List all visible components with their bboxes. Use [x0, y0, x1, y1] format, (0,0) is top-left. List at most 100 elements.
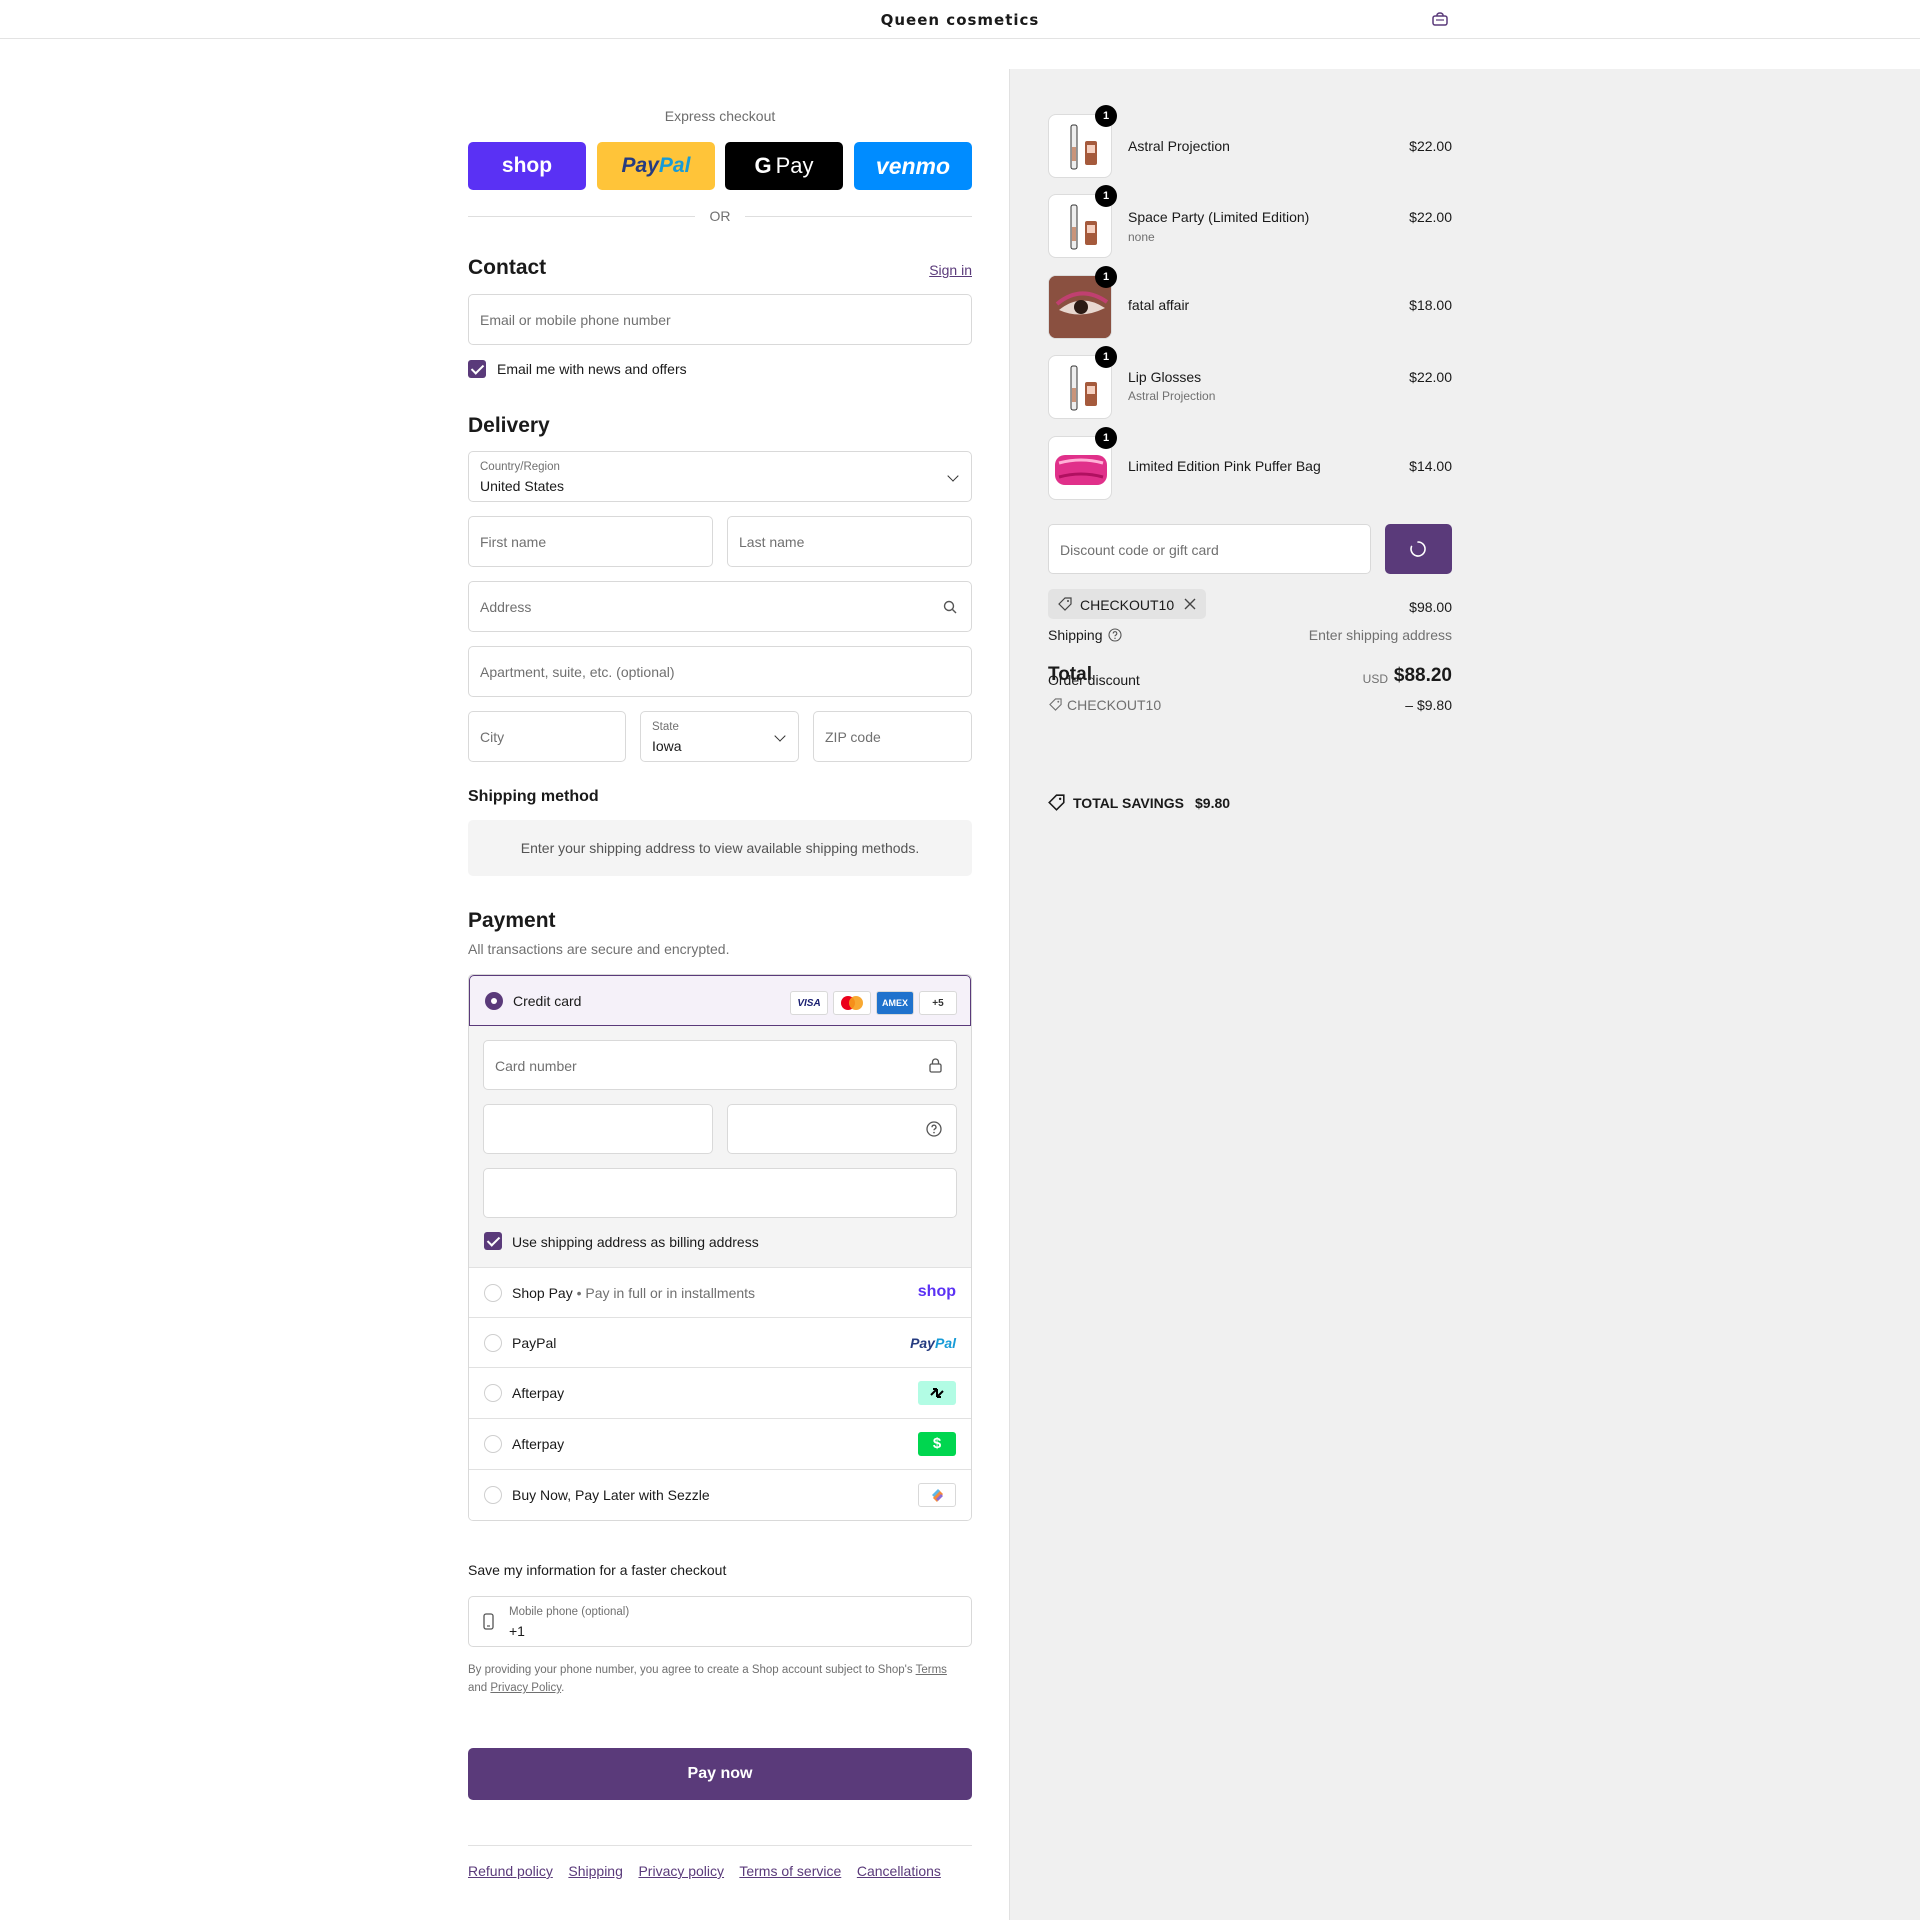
chevron-down-icon: [774, 730, 786, 742]
line-item: 1 fatal affair $18.00: [1048, 266, 1452, 341]
cancellations-link[interactable]: Cancellations: [857, 1863, 941, 1879]
name-on-card-field[interactable]: [483, 1168, 957, 1218]
google-pay-label: Pay: [775, 153, 814, 178]
paypal-logo: PayPal: [910, 1335, 956, 1351]
afterpay-option[interactable]: Afterpay: [469, 1368, 971, 1419]
sign-in-link[interactable]: Sign in: [929, 262, 972, 278]
privacy-policy-footer-link[interactable]: Privacy policy: [638, 1863, 724, 1879]
footer-divider: [468, 1845, 972, 1846]
discount-code-field[interactable]: Discount code or gift card: [1048, 524, 1371, 574]
privacy-policy-link[interactable]: Privacy Policy: [490, 1682, 561, 1694]
apply-discount-button[interactable]: [1385, 524, 1452, 574]
email-field[interactable]: Email or mobile phone number: [468, 294, 972, 345]
security-code-field[interactable]: [727, 1104, 957, 1154]
afterpay-radio[interactable]: [484, 1384, 502, 1402]
cash-app-afterpay-radio[interactable]: [484, 1435, 502, 1453]
item-price: $22.00: [1409, 209, 1452, 225]
item-price: $22.00: [1409, 369, 1452, 385]
apartment-field[interactable]: Apartment, suite, etc. (optional): [468, 646, 972, 697]
card-number-field[interactable]: Card number: [483, 1040, 957, 1090]
terms-link[interactable]: Terms: [916, 1664, 947, 1676]
country-select[interactable]: Country/Region United States: [468, 451, 972, 502]
close-icon[interactable]: [1184, 598, 1196, 610]
state-select[interactable]: State Iowa: [640, 711, 799, 762]
bag-icon[interactable]: [1432, 12, 1448, 26]
terms-of-service-link[interactable]: Terms of service: [739, 1863, 841, 1879]
venmo-button[interactable]: venmo: [854, 142, 972, 190]
footer-links: Refund policy Shipping Privacy policy Te…: [468, 1863, 941, 1879]
applied-discount-code: CHECKOUT10: [1080, 597, 1175, 613]
sezzle-radio[interactable]: [484, 1486, 502, 1504]
shipping-label: Shipping: [1048, 627, 1103, 643]
or-divider-text: OR: [709, 208, 731, 224]
address-placeholder: Address: [480, 599, 532, 615]
contact-heading: Contact: [468, 256, 547, 279]
line-item: 1 Space Party (Limited Edition) none $22…: [1048, 185, 1452, 260]
afterpay-label: Afterpay: [512, 1385, 565, 1401]
newsletter-checkbox[interactable]: [468, 360, 486, 378]
state-label: State: [652, 721, 679, 733]
shop-pay-label: Shop Pay • Pay in full or in installment…: [512, 1285, 756, 1301]
subtotal-value: $98.00: [1409, 599, 1452, 615]
phone-icon: [483, 1613, 494, 1630]
paypal-radio[interactable]: [484, 1334, 502, 1352]
credit-card-label: Credit card: [513, 993, 582, 1009]
lock-icon: [929, 1058, 942, 1073]
site-header: Queen cosmetics: [0, 0, 1920, 39]
search-icon: [943, 600, 957, 614]
mobile-phone-field[interactable]: Mobile phone (optional) +1: [468, 1596, 972, 1647]
item-price: $18.00: [1409, 297, 1452, 313]
help-circle-icon[interactable]: [1108, 628, 1122, 642]
quantity-badge: 1: [1095, 185, 1117, 207]
quantity-badge: 1: [1095, 427, 1117, 449]
sezzle-icon: [918, 1483, 956, 1507]
cash-app-afterpay-option[interactable]: Afterpay $: [469, 1419, 971, 1470]
paypal-button[interactable]: PayPal: [597, 142, 715, 190]
credit-card-radio[interactable]: [485, 992, 503, 1010]
line-item: 1 Limited Edition Pink Puffer Bag $14.00: [1048, 427, 1452, 502]
total-savings-value: $9.80: [1195, 795, 1231, 811]
quantity-badge: 1: [1095, 346, 1117, 368]
discount-code-line: CHECKOUT10: [1067, 697, 1162, 713]
billing-same-label: Use shipping address as billing address: [512, 1234, 759, 1250]
first-name-field[interactable]: First name: [468, 516, 713, 567]
paypal-option[interactable]: PayPal PayPal: [469, 1318, 971, 1368]
item-variant: none: [1128, 230, 1155, 244]
address-field[interactable]: Address: [468, 581, 972, 632]
card-number-placeholder: Card number: [495, 1058, 577, 1074]
cash-app-afterpay-label: Afterpay: [512, 1436, 565, 1452]
pay-now-button[interactable]: Pay now: [468, 1748, 972, 1800]
cash-app-icon: $: [918, 1432, 956, 1456]
zip-field[interactable]: ZIP code: [813, 711, 972, 762]
shop-pay-radio[interactable]: [484, 1284, 502, 1302]
item-price: $22.00: [1409, 138, 1452, 154]
credit-card-form: Card number Use shipping address as bill…: [469, 1026, 971, 1268]
item-variant: Astral Projection: [1128, 389, 1216, 403]
shop-pay-option[interactable]: Shop Pay • Pay in full or in installment…: [469, 1268, 971, 1318]
newsletter-label: Email me with news and offers: [497, 361, 687, 377]
shipping-policy-link[interactable]: Shipping: [568, 1863, 623, 1879]
venmo-logo: venmo: [875, 152, 951, 179]
google-pay-button[interactable]: G Pay: [725, 142, 843, 190]
expiration-field[interactable]: [483, 1104, 713, 1154]
item-name: Lip Glosses: [1128, 369, 1202, 385]
shop-pay-button[interactable]: shop: [468, 142, 586, 190]
payment-subtitle: All transactions are secure and encrypte…: [468, 941, 730, 957]
save-info-heading: Save my information for a faster checkou…: [468, 1562, 727, 1578]
total-savings-label: TOTAL SAVINGS: [1073, 795, 1184, 811]
last-name-placeholder: Last name: [739, 534, 805, 550]
shipping-value: Enter shipping address: [1308, 627, 1452, 643]
quantity-badge: 1: [1095, 266, 1117, 288]
help-circle-icon[interactable]: [926, 1121, 942, 1137]
shipping-method-notice: Enter your shipping address to view avai…: [520, 840, 920, 856]
sezzle-option[interactable]: Buy Now, Pay Later with Sezzle: [469, 1470, 971, 1520]
shop-pay-logo: shop: [501, 154, 553, 177]
city-field[interactable]: City: [468, 711, 626, 762]
credit-card-option[interactable]: Credit card VISA AMEX +5: [469, 975, 971, 1026]
store-logo[interactable]: Queen cosmetics: [0, 11, 1920, 29]
last-name-field[interactable]: Last name: [727, 516, 972, 567]
chevron-down-icon: [947, 470, 959, 482]
billing-same-checkbox[interactable]: [484, 1232, 502, 1250]
refund-policy-link[interactable]: Refund policy: [468, 1863, 553, 1879]
discount-amount: – $9.80: [1405, 697, 1452, 713]
